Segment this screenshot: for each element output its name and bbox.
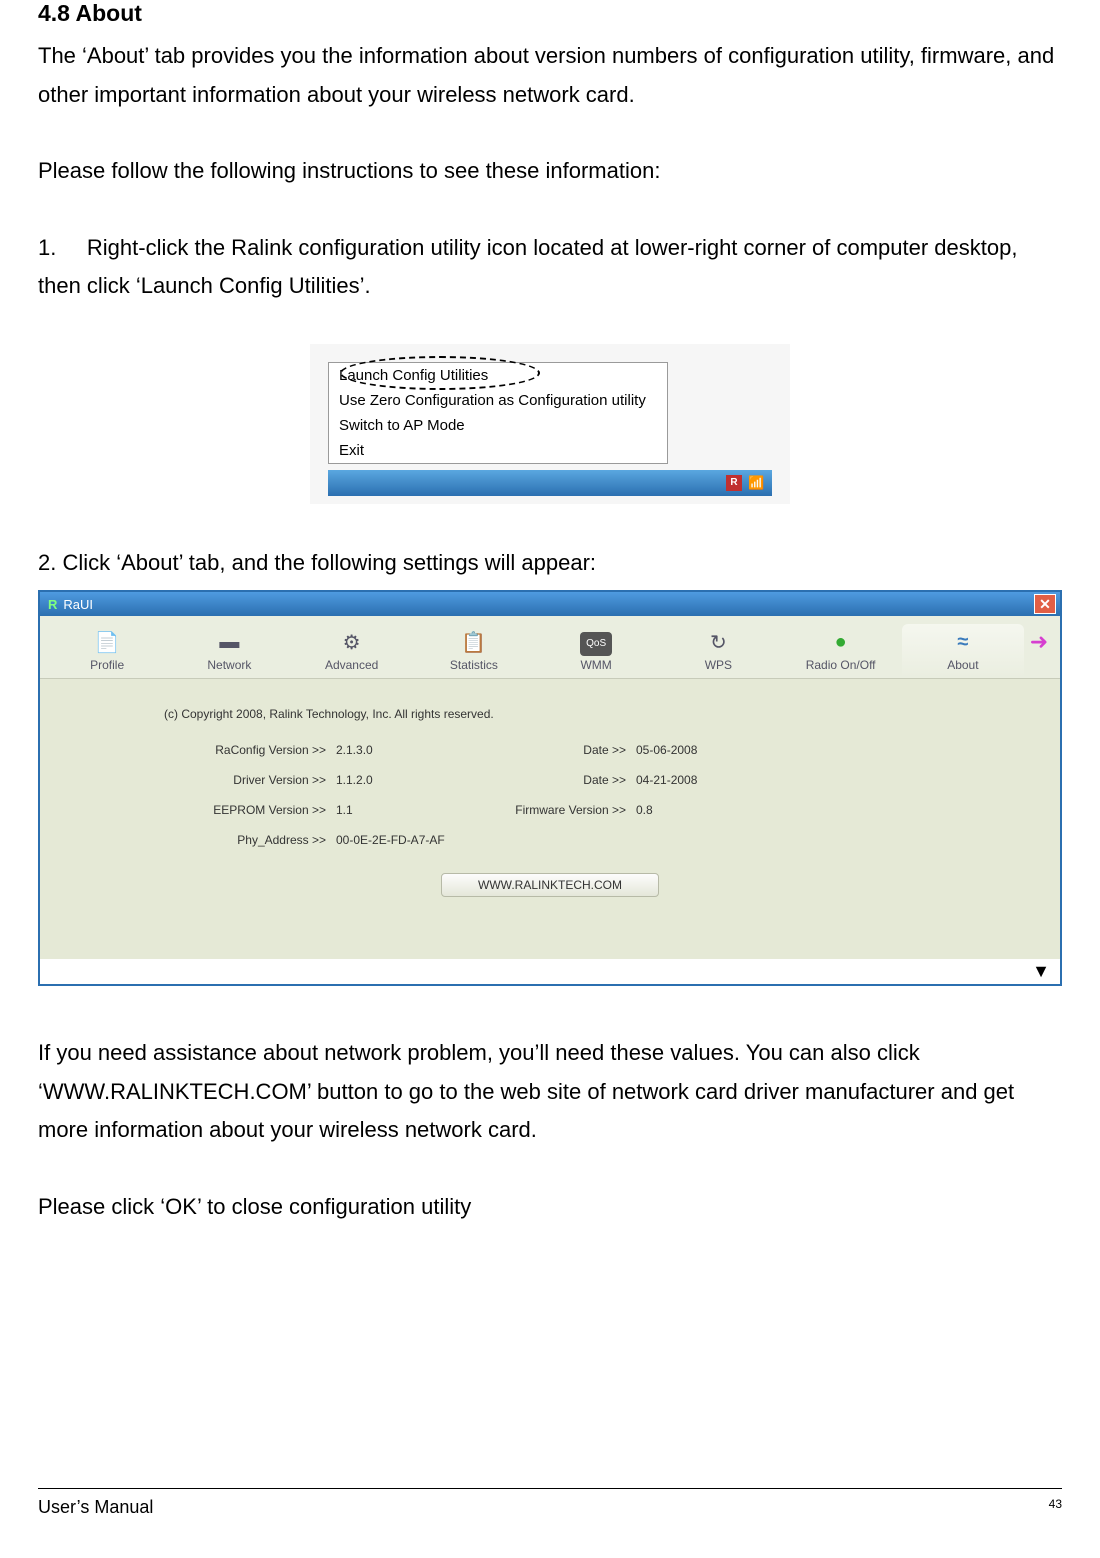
menu-item-launch[interactable]: Launch Config Utilities	[329, 363, 667, 388]
wmm-icon: QoS	[580, 632, 612, 656]
follow-paragraph: Please follow the following instructions…	[38, 152, 1062, 191]
step-1: 1. Right-click the Ralink configuration …	[38, 229, 1062, 306]
tab-advanced[interactable]: ⚙ Advanced	[291, 624, 413, 678]
tab-label: Radio On/Off	[782, 658, 900, 672]
next-arrow-icon[interactable]: ➜	[1024, 629, 1054, 673]
tab-label: Advanced	[293, 658, 411, 672]
menu-item-exit[interactable]: Exit	[329, 438, 667, 463]
phy-address-label: Phy_Address >>	[136, 833, 336, 847]
ok-paragraph: Please click ‘OK’ to close configuration…	[38, 1188, 1062, 1227]
driver-version-value: 1.1.2.0	[336, 773, 476, 787]
empty-value	[636, 833, 746, 847]
wps-icon: ↻	[659, 628, 777, 656]
page-number: 43	[1049, 1497, 1062, 1511]
about-icon: ≈	[904, 628, 1022, 656]
eeprom-version-label: EEPROM Version >>	[136, 803, 336, 817]
tab-label: Profile	[48, 658, 166, 672]
page-footer: User’s Manual 43	[38, 1488, 1062, 1518]
raui-window: R RaUI ✕ 📄 Profile ▬ Network ⚙ Advanced …	[38, 590, 1062, 986]
tab-wps[interactable]: ↻ WPS	[657, 624, 779, 678]
titlebar: R RaUI ✕	[40, 592, 1060, 616]
tab-profile[interactable]: 📄 Profile	[46, 624, 168, 678]
radio-icon: ●	[782, 628, 900, 656]
raconfig-version-value: 2.1.3.0	[336, 743, 476, 757]
tab-label: Network	[170, 658, 288, 672]
driver-version-label: Driver Version >>	[136, 773, 336, 787]
network-icon: ▬	[170, 628, 288, 656]
tab-radio[interactable]: ● Radio On/Off	[780, 624, 902, 678]
tab-label: Statistics	[415, 658, 533, 672]
tab-wmm[interactable]: QoS WMM	[535, 628, 657, 678]
eeprom-version-value: 1.1	[336, 803, 476, 817]
footer-label: User’s Manual	[38, 1497, 153, 1518]
after-paragraph: If you need assistance about network pro…	[38, 1034, 1062, 1150]
context-menu: Launch Config Utilities Use Zero Configu…	[328, 362, 668, 464]
tab-network[interactable]: ▬ Network	[168, 624, 290, 678]
tab-label: About	[904, 658, 1022, 672]
toolbar: 📄 Profile ▬ Network ⚙ Advanced 📋 Statist…	[40, 616, 1060, 679]
about-panel: (c) Copyright 2008, Ralink Technology, I…	[40, 679, 1060, 959]
firmware-version-value: 0.8	[636, 803, 746, 817]
intro-paragraph: The ‘About’ tab provides you the informa…	[38, 37, 1062, 114]
statistics-icon: 📋	[415, 628, 533, 656]
tab-label: WMM	[537, 658, 655, 672]
expand-arrow-icon[interactable]: ▼	[40, 959, 1060, 984]
window-title: RaUI	[63, 597, 93, 612]
copyright-text: (c) Copyright 2008, Ralink Technology, I…	[76, 703, 1024, 743]
raconfig-version-label: RaConfig Version >>	[136, 743, 336, 757]
raconfig-date-label: Date >>	[476, 743, 636, 757]
tab-label: WPS	[659, 658, 777, 672]
gear-icon: ⚙	[293, 628, 411, 656]
firmware-version-label: Firmware Version >>	[476, 803, 636, 817]
section-heading: 4.8 About	[38, 0, 1062, 27]
step-2: 2. Click ‘About’ tab, and the following …	[38, 544, 1062, 583]
tab-statistics[interactable]: 📋 Statistics	[413, 624, 535, 678]
system-tray: R 📶	[328, 470, 772, 496]
ralinktech-link-button[interactable]: WWW.RALINKTECH.COM	[441, 873, 659, 897]
menu-item-zero-config[interactable]: Use Zero Configuration as Configuration …	[329, 388, 667, 413]
network-tray-icon[interactable]: 📶	[748, 475, 764, 491]
tab-about[interactable]: ≈ About	[902, 624, 1024, 678]
ralink-tray-icon[interactable]: R	[726, 475, 742, 491]
close-button[interactable]: ✕	[1034, 594, 1056, 614]
phy-address-value: 00-0E-2E-FD-A7-AF	[336, 833, 476, 847]
driver-date-value: 04-21-2008	[636, 773, 746, 787]
profile-icon: 📄	[48, 628, 166, 656]
menu-item-ap-mode[interactable]: Switch to AP Mode	[329, 413, 667, 438]
app-icon: R	[48, 597, 57, 612]
empty-label	[476, 833, 636, 847]
driver-date-label: Date >>	[476, 773, 636, 787]
context-menu-figure: Launch Config Utilities Use Zero Configu…	[38, 344, 1062, 504]
raconfig-date-value: 05-06-2008	[636, 743, 746, 757]
